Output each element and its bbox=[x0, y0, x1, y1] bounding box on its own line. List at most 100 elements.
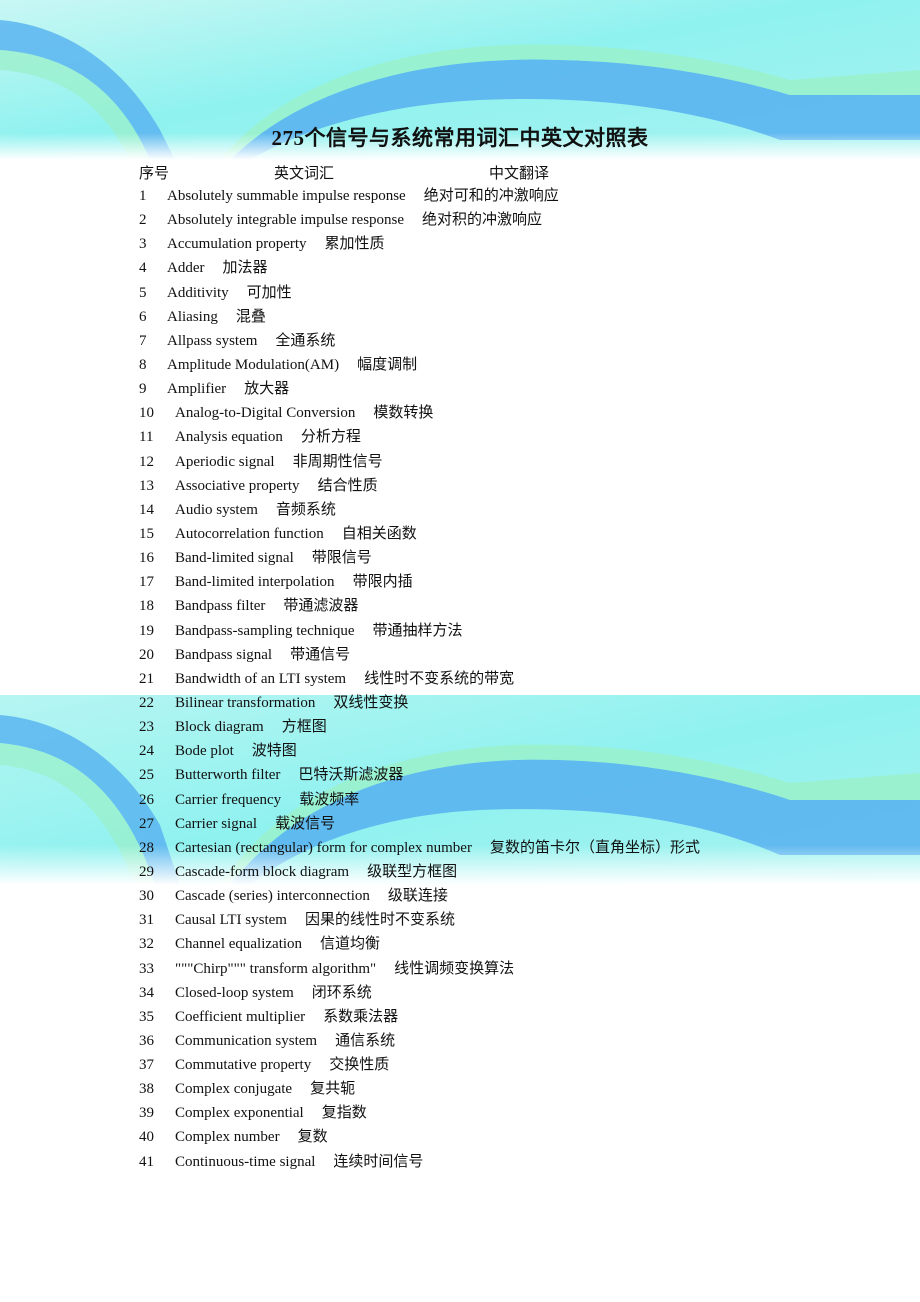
document-title: 275个信号与系统常用词汇中英文对照表 bbox=[271, 126, 649, 150]
glossary-entry: 12 Aperiodic signal 非周期性信号 bbox=[139, 452, 700, 476]
entry-english-term: Audio system bbox=[175, 501, 258, 518]
glossary-entry: 8 Amplitude Modulation(AM) 幅度调制 bbox=[139, 355, 700, 379]
glossary-entry: 30 Cascade (series) interconnection 级联连接 bbox=[139, 886, 700, 910]
entry-chinese-translation: 闭环系统 bbox=[311, 984, 372, 1001]
entry-index: 37 bbox=[139, 1057, 154, 1074]
entry-chinese-translation: 幅度调制 bbox=[357, 356, 418, 373]
glossary-entry: 1 Absolutely summable impulse response 绝对可… bbox=[139, 186, 700, 210]
glossary-entry: 21 Bandwidth of an LTI system 线性时不变系统的带宽 bbox=[139, 669, 700, 693]
glossary-entry: 29 Cascade-form block diagram 级联型方框图 bbox=[139, 862, 700, 886]
entry-chinese-translation: 放大器 bbox=[244, 381, 290, 398]
entry-chinese-translation: 双线性变换 bbox=[333, 694, 409, 711]
entry-english-term: Bode plot bbox=[175, 743, 234, 760]
glossary-entry: 36 Communication system 通信系统 bbox=[139, 1031, 700, 1055]
glossary-entry: 19 Bandpass-sampling technique 带通抽样方法 bbox=[139, 621, 700, 645]
entry-chinese-translation: 绝对可和的冲激响应 bbox=[423, 188, 559, 204]
glossary-entry: 32 Channel equalization 信道均衡 bbox=[139, 934, 700, 958]
entry-chinese-translation: 交换性质 bbox=[329, 1057, 390, 1074]
entry-chinese-translation: 绝对积的冲激响应 bbox=[422, 212, 543, 229]
glossary-entry: 9 Amplifier 放大器 bbox=[139, 379, 700, 403]
glossary-entry: 25 Butterworth filter 巴特沃斯滤波器 bbox=[139, 765, 700, 789]
glossary-entry: 2 Absolutely integrable impulse response 绝… bbox=[139, 210, 700, 234]
glossary-entry: 41 Continuous-time signal 连续时间信号 bbox=[139, 1152, 700, 1176]
entry-index: 28 bbox=[139, 839, 154, 856]
entry-english-term: Analysis equation bbox=[175, 429, 283, 446]
entry-chinese-translation: 全通系统 bbox=[275, 332, 336, 349]
entry-english-term: Commutative property bbox=[175, 1057, 312, 1074]
entry-index: 32 bbox=[139, 936, 154, 953]
glossary-entry: 35 Coefficient multiplier 系数乘法器 bbox=[139, 1007, 700, 1031]
entry-chinese-translation: 复指数 bbox=[321, 1105, 367, 1122]
entry-english-term: Causal LTI system bbox=[175, 912, 287, 929]
entry-english-term: Butterworth filter bbox=[175, 767, 281, 784]
entry-chinese-translation: 带通信号 bbox=[290, 646, 351, 663]
entry-english-term: Bandpass-sampling technique bbox=[175, 622, 355, 639]
entry-english-term: Aperiodic signal bbox=[175, 453, 275, 470]
entry-index: 38 bbox=[139, 1081, 154, 1098]
glossary-entry: 26 Carrier frequency 载波频率 bbox=[139, 790, 700, 814]
entry-index: 10 bbox=[139, 405, 154, 422]
entry-chinese-translation: 载波频率 bbox=[299, 791, 360, 808]
entry-english-term: Allpass system bbox=[167, 332, 258, 349]
glossary-entry: 39 Complex exponential 复指数 bbox=[139, 1103, 700, 1127]
entry-english-term: Continuous-time signal bbox=[175, 1153, 316, 1170]
entry-chinese-translation: 波特图 bbox=[251, 743, 297, 760]
column-header-chinese: 中文翻译 bbox=[489, 166, 550, 182]
glossary-entry: 27 Carrier signal 载波信号 bbox=[139, 814, 700, 838]
entry-index: 19 bbox=[139, 622, 154, 639]
entry-index: 17 bbox=[139, 574, 154, 591]
entry-chinese-translation: 带限内插 bbox=[352, 574, 413, 591]
entry-chinese-translation: 模数转换 bbox=[373, 405, 434, 422]
glossary-entry: 34 Closed-loop system 闭环系统 bbox=[139, 983, 700, 1007]
entry-index: 26 bbox=[139, 791, 154, 808]
entry-chinese-translation: 因果的线性时不变系统 bbox=[304, 912, 455, 929]
glossary-entry: 13 Associative property 结合性质 bbox=[139, 476, 700, 500]
entry-index: 11 bbox=[139, 429, 154, 446]
entry-chinese-translation: 方框图 bbox=[281, 719, 327, 736]
entry-chinese-translation: 累加性质 bbox=[324, 236, 385, 253]
entry-chinese-translation: 带限信号 bbox=[311, 550, 372, 567]
entry-english-term: Carrier signal bbox=[175, 815, 258, 832]
entry-index: 13 bbox=[139, 477, 154, 494]
entry-chinese-translation: 可加性 bbox=[246, 284, 292, 301]
entry-chinese-translation: 线性调频变换算法 bbox=[394, 960, 515, 977]
entry-english-term: Coefficient multiplier bbox=[175, 1008, 306, 1025]
entry-index: 14 bbox=[139, 501, 154, 518]
entry-chinese-translation: 连续时间信号 bbox=[333, 1153, 424, 1170]
glossary-entry: 31 Causal LTI system 因果的线性时不变系统 bbox=[139, 910, 700, 934]
glossary-entry: 37 Commutative property 交换性质 bbox=[139, 1055, 700, 1079]
column-header-english: 英文词汇 bbox=[274, 166, 335, 182]
glossary-entry: 14 Audio system 音频系统 bbox=[139, 500, 700, 524]
entry-chinese-translation: 级联型方框图 bbox=[367, 863, 458, 880]
entry-english-term: Absolutely summable impulse response bbox=[167, 188, 406, 204]
glossary-entry: 10 Analog-to-Digital Conversion 模数转换 bbox=[139, 403, 700, 427]
entry-index: 5 bbox=[139, 284, 147, 301]
entry-index: 1 bbox=[139, 188, 147, 204]
entry-english-term: Band-limited interpolation bbox=[175, 574, 335, 591]
entry-index: 7 bbox=[139, 332, 147, 349]
glossary-entry: 38 Complex conjugate 复共轭 bbox=[139, 1079, 700, 1103]
glossary-entry: 18 Bandpass filter 带通滤波器 bbox=[139, 596, 700, 620]
entry-english-term: Cascade (series) interconnection bbox=[175, 888, 370, 905]
entry-chinese-translation: 通信系统 bbox=[335, 1032, 396, 1049]
entry-index: 8 bbox=[139, 356, 147, 373]
entry-english-term: Absolutely integrable impulse response bbox=[167, 212, 405, 229]
glossary-entry: 3 Accumulation property 累加性质 bbox=[139, 234, 700, 258]
entry-index: 21 bbox=[139, 670, 154, 687]
entry-english-term: Bandpass filter bbox=[175, 598, 266, 615]
entry-english-term: Bandpass signal bbox=[175, 646, 273, 663]
glossary-entry: 4 Adder 加法器 bbox=[139, 258, 700, 282]
column-header-index: 序号 bbox=[139, 166, 170, 182]
entry-index: 34 bbox=[139, 984, 154, 1001]
entry-english-term: Amplifier bbox=[167, 381, 227, 398]
glossary-entry: 28 Cartesian (rectangular) form for compl… bbox=[139, 838, 700, 862]
entry-english-term: Cartesian (rectangular) form for complex… bbox=[175, 839, 472, 856]
entry-chinese-translation: 复数的笛卡尔（直角坐标）形式 bbox=[489, 839, 700, 856]
entry-index: 25 bbox=[139, 767, 154, 784]
glossary-entry: 15 Autocorrelation function 自相关函数 bbox=[139, 524, 700, 548]
entry-index: 41 bbox=[139, 1153, 154, 1170]
glossary-entry: 7 Allpass system 全通系统 bbox=[139, 331, 700, 355]
entry-english-term: Analog-to-Digital Conversion bbox=[175, 405, 356, 422]
entry-index: 15 bbox=[139, 525, 154, 542]
entry-chinese-translation: 加法器 bbox=[222, 260, 268, 277]
